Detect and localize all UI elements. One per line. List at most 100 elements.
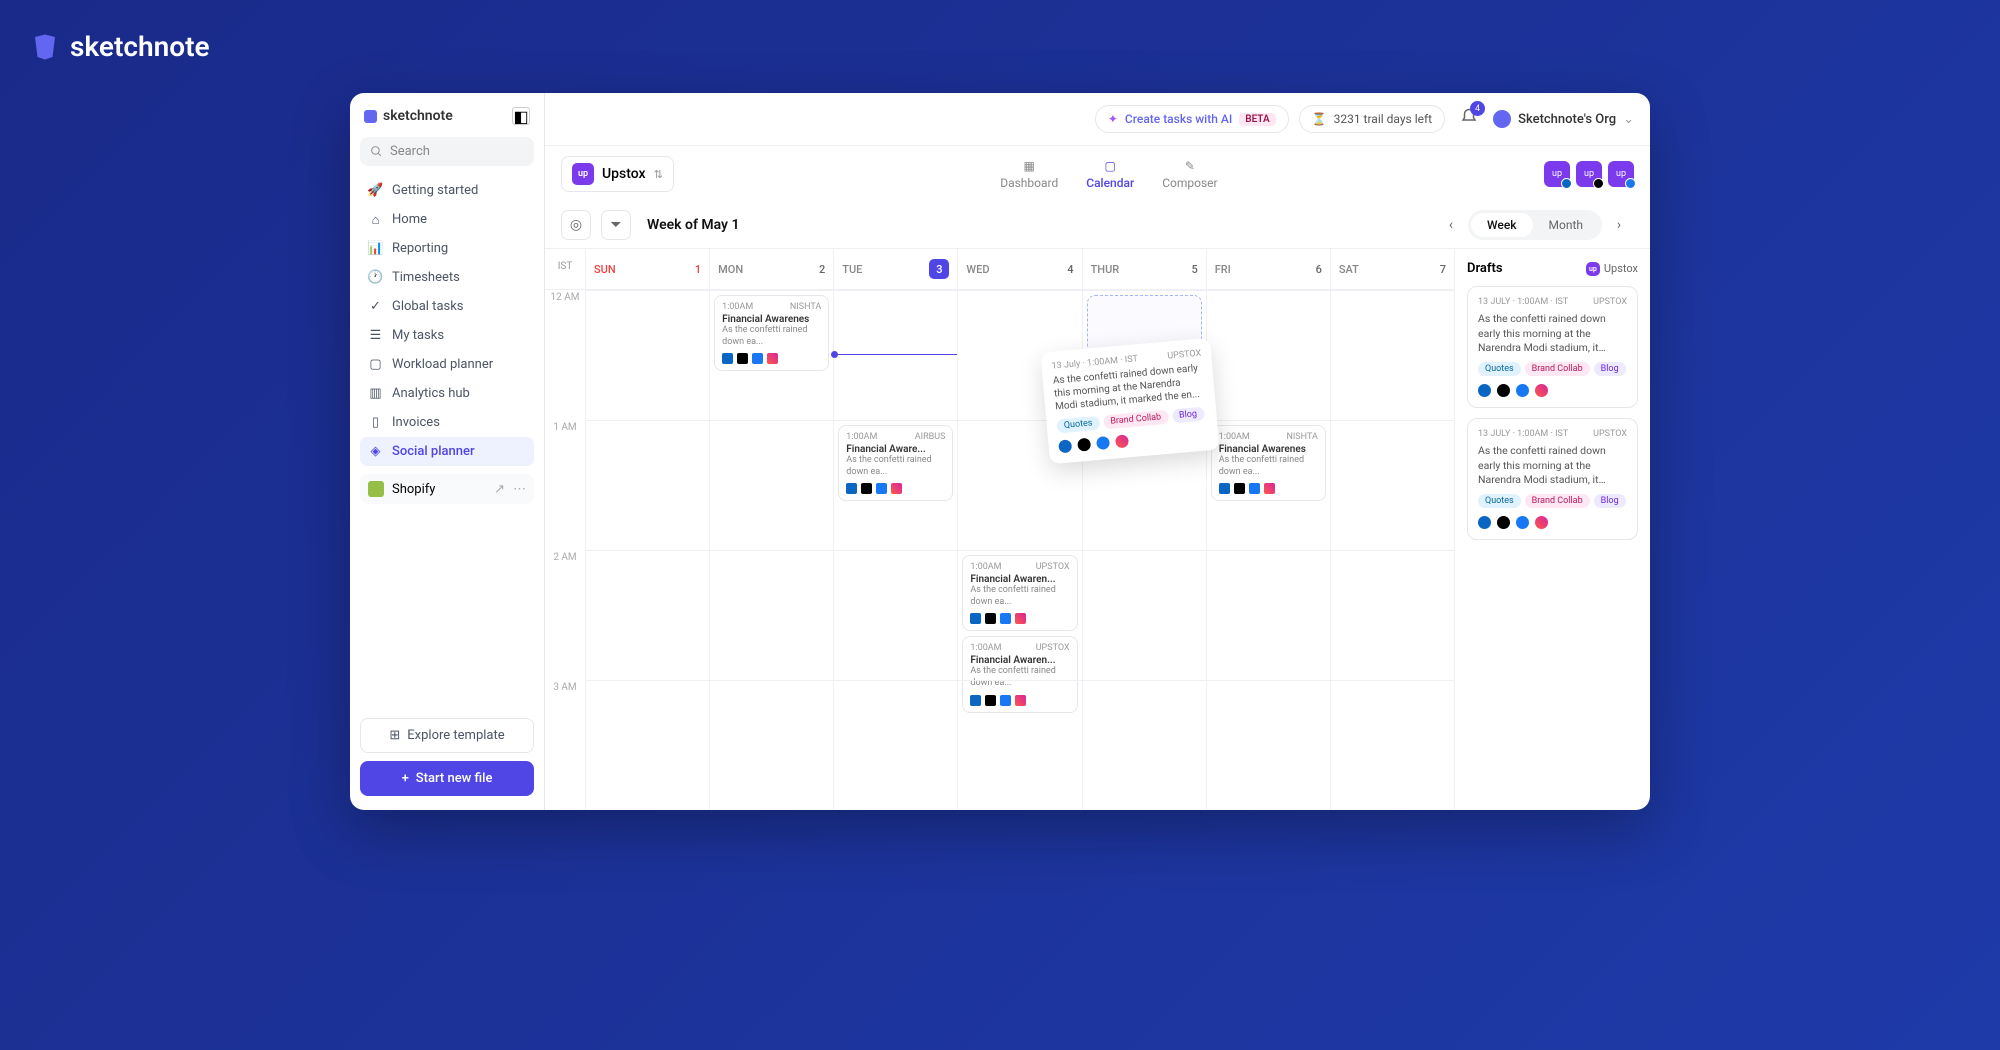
beta-badge: BETA (1239, 113, 1275, 126)
notifications-button[interactable]: 4 (1455, 103, 1483, 135)
calendar-cell[interactable] (585, 290, 709, 420)
day-header-wed: WED4 (957, 249, 1081, 289)
calendar-cell[interactable]: 1:00AMNISHTAFinancial AwarenesAs the con… (1206, 420, 1330, 550)
search-input[interactable]: Search (360, 137, 534, 166)
sidebar-item-label: Reporting (392, 241, 448, 256)
facebook-icon (1625, 178, 1636, 189)
instagram-icon (1535, 384, 1548, 397)
twitter-icon (861, 483, 872, 494)
calendar-event[interactable]: 1:00AMNISHTAFinancial AwarenesAs the con… (714, 295, 829, 371)
sidebar-item-label: Social planner (392, 444, 475, 459)
instagram-icon (1535, 516, 1548, 529)
tag: Quotes (1478, 494, 1521, 508)
instagram-icon (767, 353, 778, 364)
calendar-cell[interactable] (1206, 680, 1330, 810)
calendar-cell[interactable] (1330, 290, 1454, 420)
calendar-cell[interactable] (585, 680, 709, 810)
hourglass-icon: ⏳ (1312, 112, 1327, 126)
account-twitter[interactable]: up (1576, 161, 1602, 187)
calendar-event[interactable]: 1:00AMNISHTAFinancial AwarenesAs the con… (1211, 425, 1326, 501)
linkedin-icon (970, 613, 981, 624)
mode-month[interactable]: Month (1533, 213, 1599, 237)
linkedin-icon (1058, 439, 1072, 453)
account-facebook[interactable]: up (1608, 161, 1634, 187)
day-header-fri: FRI6 (1206, 249, 1330, 289)
calendar-cell[interactable] (957, 680, 1081, 810)
sidebar-item-my-tasks[interactable]: ☰My tasks (360, 321, 534, 350)
sidebar-item-reporting[interactable]: 📊 Reporting (360, 234, 534, 263)
calendar-icon: ▢ (1105, 159, 1116, 173)
calendar-cell[interactable]: 1:00AMNISHTAFinancial AwarenesAs the con… (709, 290, 833, 420)
calendar-cell[interactable] (1330, 420, 1454, 550)
calendar-cell[interactable] (709, 420, 833, 550)
sidebar-item-invoices[interactable]: ▯Invoices (360, 408, 534, 437)
calendar-cell[interactable] (1330, 680, 1454, 810)
sidebar-item-global-tasks[interactable]: ✓Global tasks (360, 292, 534, 321)
calendar-event[interactable]: 1:00AMUPSTOXFinancial Awaren...As the co… (962, 555, 1077, 631)
calendar-cell[interactable] (709, 680, 833, 810)
sidebar-item-analytics-hub[interactable]: ▥Analytics hub (360, 379, 534, 408)
topbar: ✦ Create tasks with AI BETA ⏳ 3231 trail… (545, 93, 1650, 146)
calendar-cell[interactable] (1082, 680, 1206, 810)
brand-logo: sketchnote (30, 30, 2000, 63)
explore-template-button[interactable]: ⊞ Explore template (360, 718, 534, 753)
account-linkedin[interactable]: up (1544, 161, 1570, 187)
sidebar-item-label: My tasks (392, 328, 444, 343)
calendar-cell[interactable] (1206, 290, 1330, 420)
tag: Blog (1594, 362, 1626, 376)
rocket-icon: 🚀 (368, 183, 383, 198)
sidebar-item-workload-planner[interactable]: ▢ Workload planner (360, 350, 534, 379)
hour-label: 12 AM (545, 290, 585, 420)
twitter-icon (737, 353, 748, 364)
drafts-workspace[interactable]: upUpstox (1586, 262, 1638, 276)
mode-week[interactable]: Week (1471, 213, 1533, 237)
calendar-event[interactable]: 1:00AMAIRBUSFinancial Aware...As the con… (838, 425, 953, 501)
day-header-mon: MON2 (709, 249, 833, 289)
workspace-selector[interactable]: up Upstox ⇅ (561, 156, 674, 192)
sidebar-item-timesheets[interactable]: 🕐Timesheets (360, 263, 534, 292)
shopify-icon (368, 481, 384, 497)
start-new-file-button[interactable]: + Start new file (360, 761, 534, 796)
calendar-cell[interactable] (833, 680, 957, 810)
today-button[interactable]: ◎ (561, 210, 591, 240)
home-icon: ⌂ (368, 212, 383, 227)
sidebar-item-label: Home (392, 212, 427, 227)
check-icon: ✓ (368, 299, 383, 314)
social-icon: ◈ (368, 444, 383, 459)
now-indicator (834, 354, 957, 355)
tab-composer[interactable]: ✎Composer (1162, 159, 1217, 190)
linkedin-icon (722, 353, 733, 364)
prev-week-button[interactable]: ‹ (1436, 210, 1466, 240)
tag: Brand Collab (1525, 494, 1590, 508)
linkedin-icon (1478, 516, 1491, 529)
plus-icon: + (402, 771, 409, 786)
integration-shopify[interactable]: Shopify ↗ ⋯ (360, 474, 534, 504)
sidebar-item-label: Workload planner (392, 357, 493, 372)
calendar-icon: ▢ (368, 357, 383, 372)
trial-days-pill[interactable]: ⏳ 3231 trail days left (1299, 105, 1445, 133)
twitter-icon (1497, 384, 1510, 397)
filter-button[interactable]: ⏷ (601, 210, 631, 240)
create-tasks-ai-button[interactable]: ✦ Create tasks with AI BETA (1095, 105, 1289, 133)
instagram-icon (1115, 434, 1129, 448)
next-week-button[interactable]: › (1604, 210, 1634, 240)
sidebar-item-getting-started[interactable]: 🚀Getting started (360, 176, 534, 205)
sidebar-item-home[interactable]: ⌂ Home (360, 205, 534, 234)
calendar-cell[interactable] (833, 290, 957, 420)
tab-calendar[interactable]: ▢Calendar (1086, 159, 1134, 190)
calendar-cell[interactable] (585, 420, 709, 550)
sidebar-item-social-planner[interactable]: ◈ Social planner (360, 437, 534, 466)
calendar-cell[interactable]: 1:00AMAIRBUSFinancial Aware...As the con… (833, 420, 957, 550)
chart-icon: 📊 (368, 241, 383, 256)
chevron-down-icon: ⌄ (1623, 112, 1634, 127)
twitter-icon (1497, 516, 1510, 529)
drag-ghost-card[interactable]: 13 July · 1:00AM · ISTUPSTOXAs the confe… (1040, 338, 1219, 464)
org-switcher[interactable]: Sketchnote's Org ⌄ (1493, 110, 1634, 128)
draft-card[interactable]: 13 JULY · 1:00AM · ISTUPSTOXAs the confe… (1467, 418, 1638, 540)
draft-card[interactable]: 13 JULY · 1:00AM · ISTUPSTOXAs the confe… (1467, 286, 1638, 408)
tab-dashboard[interactable]: ▦Dashboard (1000, 159, 1058, 190)
facebook-icon (1516, 516, 1529, 529)
more-icon[interactable]: ⋯ (513, 482, 526, 497)
collapse-sidebar-icon[interactable]: ◧ (512, 107, 530, 125)
external-link-icon: ↗ (494, 482, 505, 497)
